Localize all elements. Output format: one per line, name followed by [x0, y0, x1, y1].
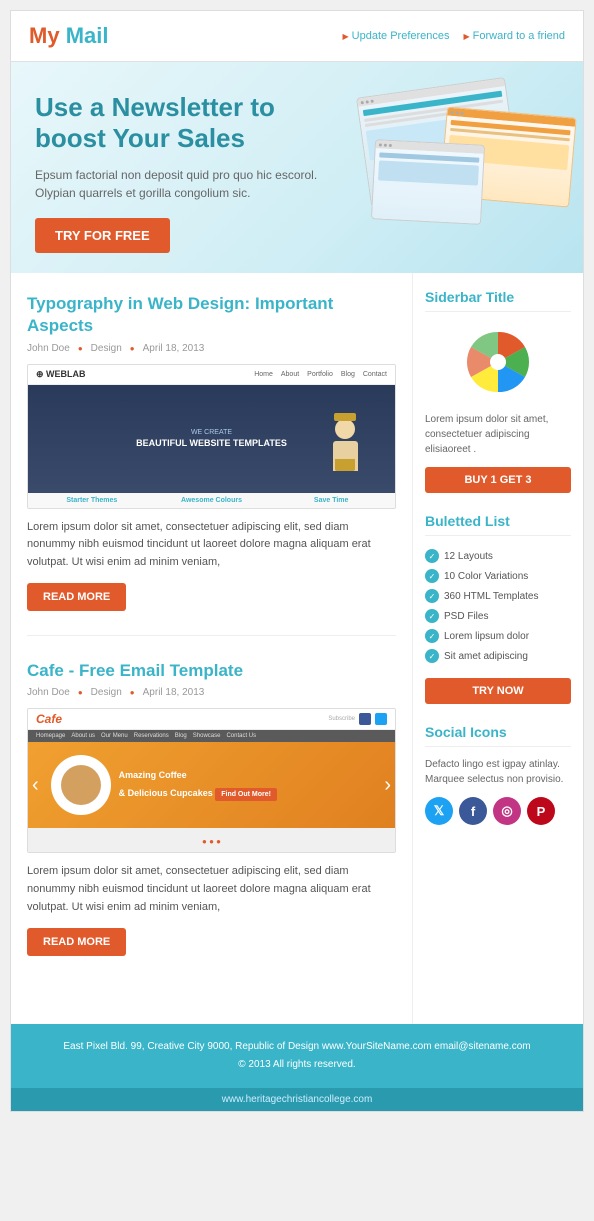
social-desc: Defacto lingo est igpay atinlay. Marquee…	[425, 757, 571, 787]
cafe-next-arrow[interactable]: ›	[380, 774, 395, 797]
article-2-date: April 18, 2013	[143, 687, 205, 698]
mock-browser-3	[371, 139, 485, 225]
cafe-mockup: Cafe Subscribe Homepage About us Our Men…	[28, 709, 395, 852]
weblab-hero: WE CREATE BEAUTIFUL WEBSITE TEMPLATES	[28, 385, 395, 493]
twitter-icon[interactable]: 𝕏	[425, 797, 453, 825]
meta-dot-1: ●	[78, 344, 83, 353]
logo: My Mail	[29, 23, 108, 49]
sidebar-title-3: Social Icons	[425, 724, 571, 747]
hero-text: Use a Newsletter to boost Your Sales Eps…	[35, 92, 323, 253]
social-icons: 𝕏 f ◎ P	[425, 797, 571, 825]
sidebar-cta-2[interactable]: TRY NOW	[425, 678, 571, 704]
weblab-footer: Starter Themes Awesome Colours Save Time	[28, 493, 395, 508]
sidebar-section-3: Social Icons Defacto lingo est igpay ati…	[425, 724, 571, 825]
hero-body: Epsum factorial non deposit quid pro quo…	[35, 166, 323, 202]
cafe-header: Cafe Subscribe	[28, 709, 395, 730]
pinterest-icon[interactable]: P	[527, 797, 555, 825]
article-1-body: Lorem ipsum dolor sit amet, consectetuer…	[27, 519, 396, 572]
header-links: Update Preferences Forward to a friend	[343, 30, 565, 42]
check-icon: ✓	[425, 549, 439, 563]
forward-link[interactable]: Forward to a friend	[464, 30, 565, 42]
weblab-character	[325, 411, 365, 466]
article-2-category: Design	[91, 687, 122, 698]
list-item: ✓10 Color Variations	[425, 566, 571, 586]
meta-dot-4: ●	[130, 688, 135, 697]
cafe-cup	[51, 755, 111, 815]
article-2-image: Cafe Subscribe Homepage About us Our Men…	[27, 708, 396, 853]
article-2: Cafe - Free Email Template John Doe ● De…	[27, 660, 396, 980]
cafe-logo: Cafe	[36, 712, 62, 726]
cafe-nav: Homepage About us Our Menu Reservations …	[28, 730, 395, 742]
check-icon: ✓	[425, 609, 439, 623]
article-2-meta: John Doe ● Design ● April 18, 2013	[27, 687, 396, 698]
meta-dot-3: ●	[78, 688, 83, 697]
list-item: ✓PSD Files	[425, 606, 571, 626]
cafe-find-out-btn[interactable]: Find Out More!	[215, 788, 277, 801]
hero-image	[353, 72, 583, 252]
check-icon: ✓	[425, 629, 439, 643]
hero-cta-button[interactable]: TRY FOR FREE	[35, 218, 170, 253]
pinwheel-logo	[458, 322, 538, 402]
sidebar-title-1: Siderbar Title	[425, 289, 571, 312]
update-preferences-link[interactable]: Update Preferences	[343, 30, 450, 42]
main-content: Typography in Web Design: Important Aspe…	[11, 273, 413, 1024]
sidebar-section-1: Siderbar Title Lorem ipsum dolor sit ame…	[425, 289, 571, 493]
bullet-list: ✓12 Layouts ✓10 Color Variations ✓360 HT…	[425, 546, 571, 666]
cafe-prev-arrow[interactable]: ‹	[28, 774, 43, 797]
footer-bottom-text: www.heritagechristiancollege.com	[222, 1094, 373, 1105]
facebook-icon[interactable]: f	[459, 797, 487, 825]
weblab-mockup: ⊕ WEBLAB Home About Portfolio Blog Conta…	[28, 365, 395, 508]
cafe-dots: ● ● ●	[28, 828, 395, 852]
weblab-logo: ⊕ WEBLAB	[36, 369, 86, 380]
footer: East Pixel Bld. 99, Creative City 9000, …	[11, 1024, 583, 1088]
article-2-body: Lorem ipsum dolor sit amet, consectetuer…	[27, 863, 396, 916]
cafe-hero: ‹ Amazing Coffee& Delicious Cupcakes Fin…	[28, 742, 395, 828]
check-icon: ✓	[425, 589, 439, 603]
content-area: Typography in Web Design: Important Aspe…	[11, 273, 583, 1024]
list-item: ✓Sit amet adipiscing	[425, 646, 571, 666]
check-icon: ✓	[425, 569, 439, 583]
article-1-title: Typography in Web Design: Important Aspe…	[27, 293, 396, 337]
article-1-read-more[interactable]: READ MORE	[27, 583, 126, 611]
sidebar-title-2: Buletted List	[425, 513, 571, 536]
cafe-cup-inner	[61, 765, 101, 805]
cafe-promo: Amazing Coffee& Delicious Cupcakes Find …	[111, 770, 285, 801]
list-item: ✓12 Layouts	[425, 546, 571, 566]
instagram-icon[interactable]: ◎	[493, 797, 521, 825]
sidebar-cta-1[interactable]: BUY 1 GET 3	[425, 467, 571, 493]
article-2-read-more[interactable]: READ MORE	[27, 928, 126, 956]
article-1-date: April 18, 2013	[143, 343, 205, 354]
sidebar-body-1: Lorem ipsum dolor sit amet, consectetuer…	[425, 412, 571, 457]
weblab-tagline: WE CREATE BEAUTIFUL WEBSITE TEMPLATES	[136, 429, 287, 448]
list-item: ✓Lorem lipsum dolor	[425, 626, 571, 646]
list-item: ✓360 HTML Templates	[425, 586, 571, 606]
article-2-author: John Doe	[27, 687, 70, 698]
article-1-author: John Doe	[27, 343, 70, 354]
sidebar: Siderbar Title Lorem ipsum dolor sit ame…	[413, 273, 583, 1024]
logo-mail: Mail	[66, 23, 109, 48]
sidebar-section-2: Buletted List ✓12 Layouts ✓10 Color Vari…	[425, 513, 571, 704]
footer-address: East Pixel Bld. 99, Creative City 9000, …	[25, 1038, 569, 1056]
article-1: Typography in Web Design: Important Aspe…	[27, 293, 396, 636]
footer-bottom: www.heritagechristiancollege.com	[11, 1088, 583, 1111]
weblab-header: ⊕ WEBLAB Home About Portfolio Blog Conta…	[28, 365, 395, 385]
logo-my: My	[29, 23, 60, 48]
article-1-meta: John Doe ● Design ● April 18, 2013	[27, 343, 396, 354]
article-1-image: ⊕ WEBLAB Home About Portfolio Blog Conta…	[27, 364, 396, 509]
article-1-category: Design	[91, 343, 122, 354]
footer-copyright: © 2013 All rights reserved.	[25, 1056, 569, 1074]
email-wrapper: My Mail Update Preferences Forward to a …	[10, 10, 584, 1112]
weblab-nav: Home About Portfolio Blog Contact	[254, 371, 387, 378]
check-icon: ✓	[425, 649, 439, 663]
meta-dot-2: ●	[130, 344, 135, 353]
hero-headline: Use a Newsletter to boost Your Sales	[35, 92, 323, 154]
header: My Mail Update Preferences Forward to a …	[11, 11, 583, 62]
article-2-title: Cafe - Free Email Template	[27, 660, 396, 682]
hero-section: Use a Newsletter to boost Your Sales Eps…	[11, 62, 583, 273]
